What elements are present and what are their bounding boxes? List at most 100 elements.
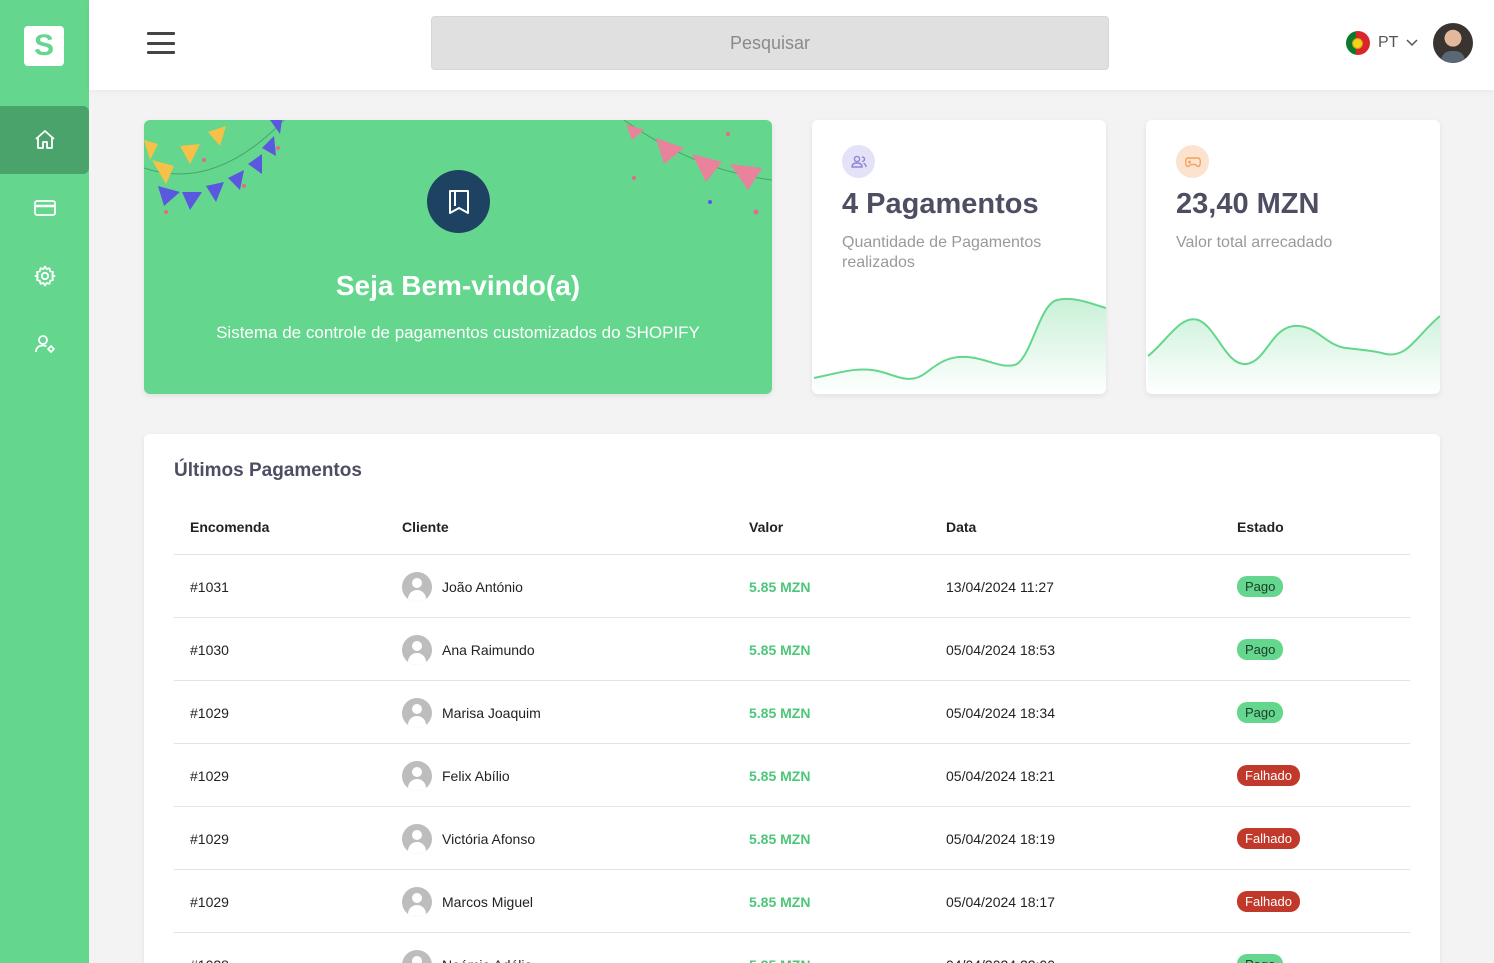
revenue-total: 23,40 MZN	[1176, 188, 1320, 220]
language-code: PT	[1378, 34, 1399, 51]
status-cell: Falhado	[1237, 744, 1300, 807]
client-cell: Ana Raimundo	[402, 618, 535, 681]
table-row[interactable]: #1029 Victória Afonso 5.85 MZN 05/04/2024 1…	[174, 807, 1410, 870]
order-number: #1029	[190, 767, 229, 784]
status-badge[interactable]: Pago	[1237, 639, 1284, 660]
column-header-status: Estado	[1237, 519, 1284, 535]
client-name: Marcos Miguel	[442, 893, 534, 910]
client-avatar-icon	[402, 571, 432, 602]
welcome-card: Seja Bem-vindo(a) Sistema de controle de…	[144, 120, 772, 394]
status-cell: Pago	[1237, 681, 1284, 744]
client-avatar-icon	[402, 634, 432, 665]
user-avatar[interactable]	[1433, 23, 1473, 63]
client-cell: Marisa Joaquim	[402, 681, 541, 744]
status-badge[interactable]: Falhado	[1237, 891, 1300, 912]
table-row[interactable]: #1029 Marisa Joaquim 5.85 MZN 05/04/2024 18…	[174, 681, 1410, 744]
payment-amount: 5.85 MZN	[749, 704, 811, 721]
status-cell: Pago	[1237, 933, 1284, 963]
payment-date: 05/04/2024 18:19	[946, 830, 1055, 847]
order-number: #1028	[190, 933, 229, 963]
status-badge[interactable]: Pago	[1237, 576, 1284, 597]
table-row[interactable]: #1029 Felix Abílio 5.85 MZN 05/04/2024 18:2…	[174, 744, 1410, 807]
client-name: Marisa Joaquim	[442, 704, 541, 721]
gear-icon	[34, 265, 55, 287]
payment-date: 04/04/2024 22:00	[946, 933, 1055, 963]
payments-count-caption: Quantidade de Pagamentos realizados	[842, 234, 1042, 271]
portugal-flag-icon	[1346, 31, 1370, 55]
home-icon	[34, 130, 55, 149]
client-avatar-icon	[402, 949, 432, 963]
payment-amount: 5.85 MZN	[749, 933, 810, 963]
client-name: João António	[442, 578, 523, 595]
status-badge[interactable]: Falhado	[1237, 828, 1300, 849]
payment-date: 05/04/2024 18:34	[946, 704, 1055, 721]
revenue-caption: Valor total arrecadado	[1176, 234, 1333, 251]
client-name: Felix Abílio	[442, 767, 510, 784]
payments-table: Encomenda Cliente Valor Data Estado #103…	[174, 504, 1410, 963]
payments-sparkline	[813, 298, 1106, 394]
welcome-subtitle: Sistema de controle de pagamentos custom…	[216, 323, 700, 342]
payment-amount: 5.85 MZN	[749, 578, 811, 595]
status-badge[interactable]: Falhado	[1237, 765, 1300, 786]
table-row[interactable]: #1028 Noémia Adélia 5.85 MZN 04/04/2024 22:…	[174, 933, 1410, 963]
payment-amount: 5.85 MZN	[749, 830, 811, 847]
table-row[interactable]: #1029 Marcos Miguel 5.85 MZN 05/04/2024 18:…	[174, 870, 1410, 933]
client-name: Victória Afonso	[442, 830, 536, 847]
welcome-title: Seja Bem-vindo(a)	[335, 270, 581, 301]
sidebar-item-home[interactable]	[0, 106, 89, 174]
credit-card-icon	[33, 200, 56, 216]
payment-date: 05/04/2024 18:53	[946, 641, 1055, 658]
gamepad-icon	[1176, 145, 1209, 178]
status-badge[interactable]: Pago	[1237, 954, 1284, 963]
status-cell: Falhado	[1237, 807, 1300, 870]
client-name: Ana Raimundo	[442, 641, 535, 658]
app-logo[interactable]: S	[24, 26, 64, 66]
order-number: #1031	[190, 578, 229, 595]
column-header-amount: Valor	[749, 519, 784, 535]
status-cell: Falhado	[1237, 870, 1300, 933]
client-cell: João António	[402, 555, 523, 618]
payment-amount: 5.85 MZN	[749, 767, 811, 784]
latest-payments-title: Últimos Pagamentos	[174, 460, 362, 481]
column-header-date: Data	[946, 519, 977, 535]
client-name: Noémia Adélia	[442, 957, 532, 963]
table-header: Encomenda Cliente Valor Data Estado	[174, 504, 1410, 555]
stat-card-revenue: 23,40 MZN Valor total arrecadado	[1146, 120, 1440, 394]
sidebar: S	[0, 0, 89, 963]
stat-card-payments: 4 Pagamentos Quantidade de Pagamentos re…	[812, 120, 1106, 394]
user-settings-icon	[34, 335, 55, 353]
sidebar-item-user-settings[interactable]	[0, 310, 89, 378]
payments-count: 4 Pagamentos	[842, 188, 1039, 220]
search-input[interactable]	[431, 16, 1109, 70]
payment-amount: 5.85 MZN	[749, 893, 811, 910]
hamburger-menu-icon[interactable]	[147, 32, 175, 54]
status-cell: Pago	[1237, 618, 1284, 681]
client-cell: Felix Abílio	[402, 744, 510, 807]
client-cell: Marcos Miguel	[402, 870, 533, 933]
status-cell: Pago	[1237, 555, 1284, 618]
table-row[interactable]: #1030 Ana Raimundo 5.85 MZN 05/04/2024 18:5…	[174, 618, 1410, 681]
client-avatar-icon	[402, 697, 432, 728]
table-row[interactable]: #1031 João António 5.85 MZN 13/04/2024 11:2…	[174, 555, 1410, 618]
column-header-client: Cliente	[402, 519, 449, 535]
sidebar-item-settings[interactable]	[0, 242, 89, 310]
payment-date: 13/04/2024 11:27	[946, 578, 1054, 595]
client-cell: Noémia Adélia	[402, 933, 532, 963]
chevron-down-icon	[1406, 39, 1418, 47]
top-bar: PT	[89, 0, 1494, 90]
payment-amount: 5.85 MZN	[749, 641, 811, 658]
language-selector[interactable]: PT	[1346, 30, 1418, 56]
users-icon	[842, 145, 875, 178]
payment-date: 05/04/2024 18:17	[946, 893, 1055, 910]
status-badge[interactable]: Pago	[1237, 702, 1284, 723]
sidebar-item-payments[interactable]	[0, 174, 89, 242]
order-number: #1029	[190, 830, 229, 847]
payment-date: 05/04/2024 18:21	[946, 767, 1055, 784]
revenue-sparkline	[1147, 315, 1440, 394]
order-number: #1029	[190, 704, 229, 721]
order-number: #1029	[190, 893, 229, 910]
column-header-order: Encomenda	[190, 519, 270, 535]
client-avatar-icon	[402, 823, 432, 854]
order-number: #1030	[190, 641, 229, 658]
latest-payments-card: Últimos Pagamentos Encomenda Cliente Val…	[144, 434, 1440, 963]
